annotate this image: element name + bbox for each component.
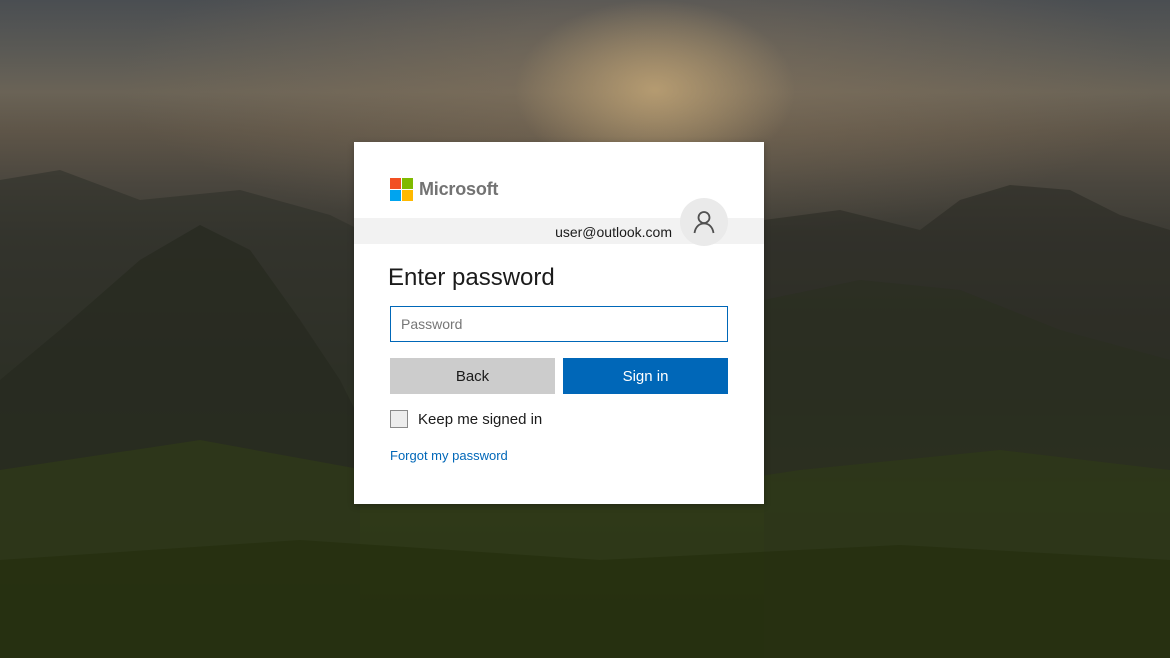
- keep-signed-in-option[interactable]: Keep me signed in: [390, 410, 542, 428]
- logo-square-yellow: [402, 190, 413, 201]
- back-button[interactable]: Back: [390, 358, 555, 394]
- identity-email: user@outlook.com: [555, 224, 672, 240]
- user-icon: [693, 211, 715, 234]
- microsoft-logo: Microsoft: [390, 178, 498, 201]
- forgot-password-link[interactable]: Forgot my password: [390, 448, 508, 463]
- brand-name: Microsoft: [419, 179, 499, 199]
- avatar: [680, 198, 728, 246]
- keep-signed-in-label[interactable]: Keep me signed in: [418, 411, 542, 428]
- windows-logo-icon: [390, 178, 413, 201]
- logo-square-green: [402, 178, 413, 189]
- password-input[interactable]: [390, 306, 728, 342]
- logo-square-red: [390, 178, 401, 189]
- keep-signed-in-checkbox[interactable]: [390, 410, 408, 428]
- logo-square-blue: [390, 190, 401, 201]
- page-title: Enter password: [388, 264, 555, 291]
- signin-card: Microsoft user@outlook.com Enter passwor…: [354, 142, 764, 504]
- sign-in-button[interactable]: Sign in: [563, 358, 728, 394]
